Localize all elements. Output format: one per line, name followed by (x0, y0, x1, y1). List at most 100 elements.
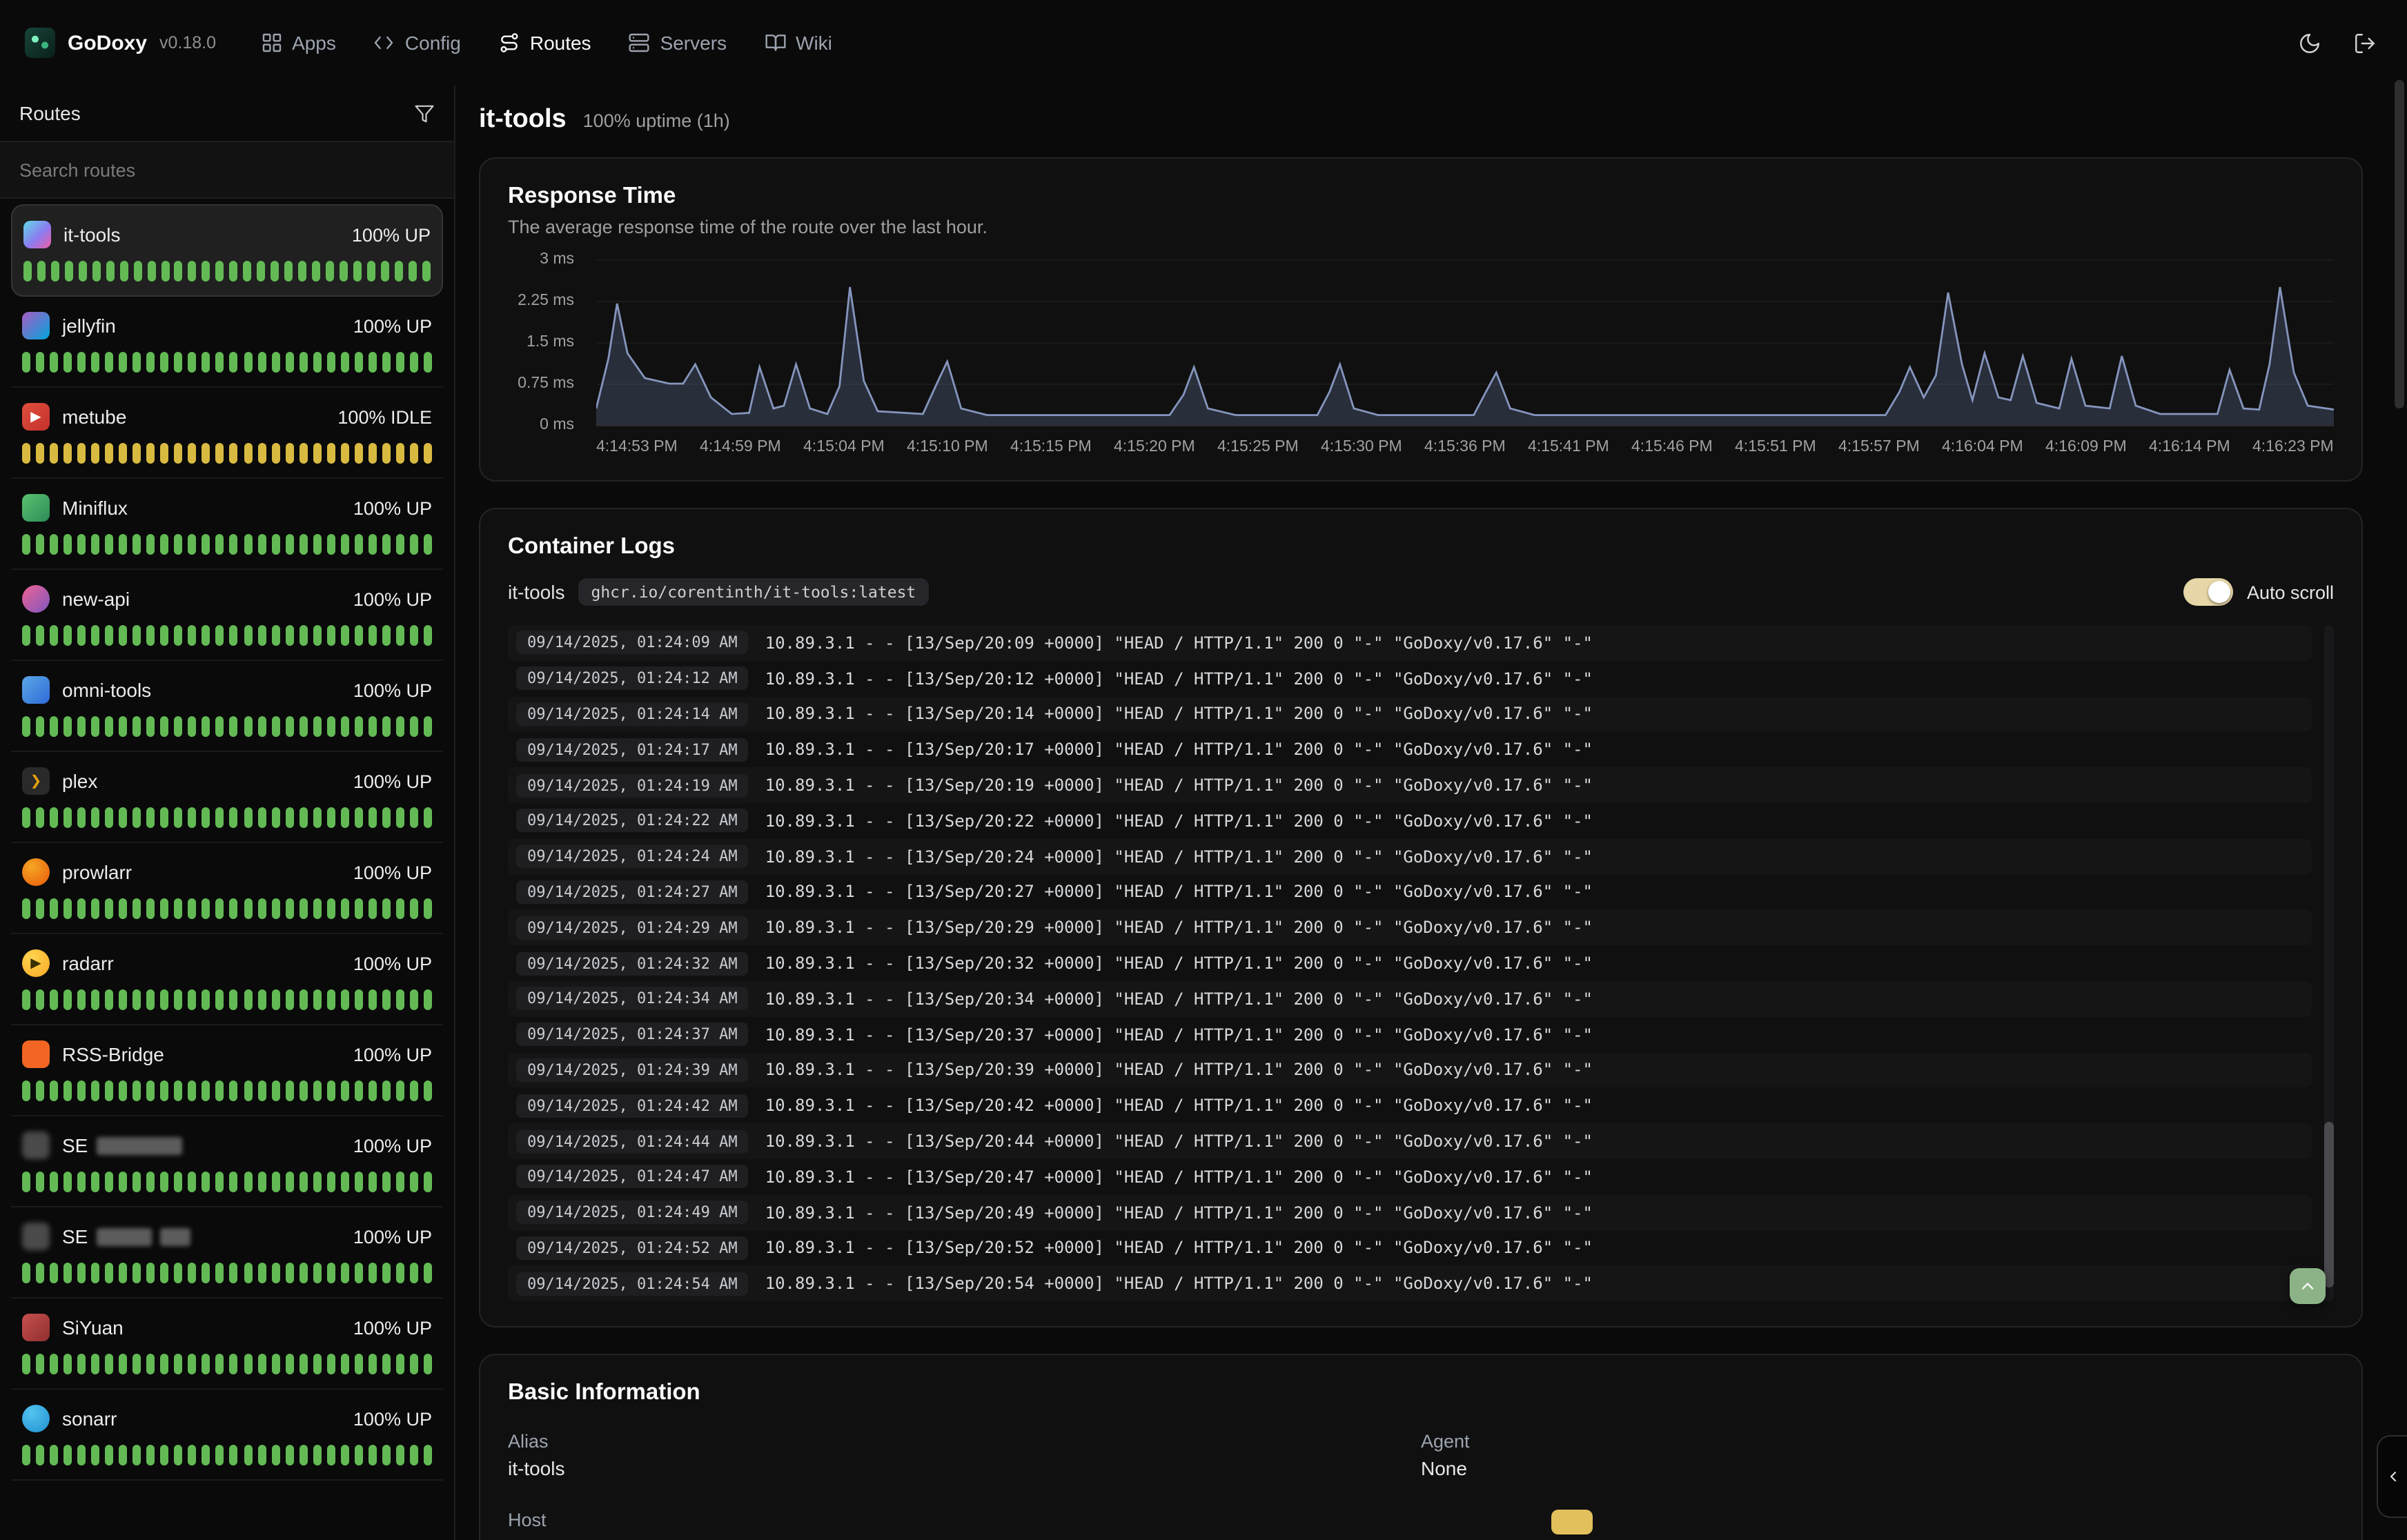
log-row: 09/14/2025, 01:24:24 AM 10.89.3.1 - - [1… (508, 839, 2312, 875)
y-tick-label: 2.25 ms (518, 293, 574, 309)
route-item-miniflux[interactable]: Miniflux 100% UP (11, 479, 443, 570)
logout-button[interactable] (2353, 31, 2377, 55)
uptime-bar (105, 716, 113, 737)
uptime-bar (353, 261, 362, 282)
page-scrollbar-thumb[interactable] (2395, 80, 2404, 408)
nav-item-apps[interactable]: Apps (260, 32, 336, 54)
uptime-bar (230, 807, 238, 828)
uptime-bar (133, 1354, 141, 1374)
route-uptime-bars (22, 1445, 432, 1465)
log-timestamp-chip: 09/14/2025, 01:24:32 AM (516, 951, 749, 975)
route-item-omni-tools[interactable]: omni-tools 100% UP (11, 661, 443, 752)
x-tick-label: 4:14:53 PM (596, 439, 678, 455)
route-item-sonarr[interactable]: sonarr 100% UP (11, 1390, 443, 1481)
uptime-bar (133, 534, 141, 555)
uptime-bar (175, 1445, 183, 1465)
uptime-bar (326, 625, 335, 646)
nav-item-wiki[interactable]: Wiki (764, 32, 832, 54)
route-name: Miniflux (62, 497, 128, 519)
route-item-jellyfin[interactable]: jellyfin 100% UP (11, 297, 443, 388)
route-item-se[interactable]: SE 100% UP (11, 1116, 443, 1207)
auto-scroll-toggle[interactable] (2183, 578, 2233, 606)
uptime-bar (105, 1445, 113, 1465)
route-item-metube[interactable]: ▶ metube 100% IDLE (11, 388, 443, 479)
uptime-bar (244, 443, 252, 464)
chart-area-fill (596, 287, 2334, 425)
uptime-bar (216, 807, 224, 828)
search-input[interactable] (0, 142, 454, 197)
route-item-new-api[interactable]: new-api 100% UP (11, 570, 443, 661)
log-viewer[interactable]: 09/14/2025, 01:24:09 AM 10.89.3.1 - - [1… (508, 625, 2334, 1301)
uptime-bar (105, 1354, 113, 1374)
uptime-bar (161, 625, 169, 646)
uptime-bar (175, 1263, 183, 1283)
uptime-bar (299, 1354, 307, 1374)
uptime-bar (50, 443, 58, 464)
uptime-bar (369, 1263, 377, 1283)
route-item-rss-bridge[interactable]: RSS-Bridge 100% UP (11, 1025, 443, 1116)
route-item-prowlarr[interactable]: prowlarr 100% UP (11, 843, 443, 934)
uptime-bar (50, 625, 58, 646)
uptime-bar (410, 534, 418, 555)
uptime-bar (230, 1172, 238, 1192)
redacted-text (159, 1227, 190, 1245)
uptime-bar (313, 807, 321, 828)
uptime-bar (216, 1080, 224, 1101)
uptime-bar (230, 1445, 238, 1465)
uptime-bar (326, 1354, 335, 1374)
route-item-siyuan[interactable]: SiYuan 100% UP (11, 1299, 443, 1390)
uptime-bar (77, 1445, 86, 1465)
route-uptime-bars (22, 989, 432, 1010)
uptime-bar (355, 625, 363, 646)
info-field-alias: Alias it-tools (508, 1431, 1421, 1479)
uptime-bar (119, 1263, 127, 1283)
uptime-bar (244, 261, 252, 282)
uptime-bar (382, 443, 391, 464)
uptime-bar (147, 898, 155, 919)
log-scrollbar-thumb[interactable] (2324, 1122, 2334, 1287)
log-timestamp-chip: 09/14/2025, 01:24:09 AM (516, 631, 749, 655)
collapse-panel-tab[interactable] (2377, 1435, 2407, 1518)
uptime-bar (91, 807, 99, 828)
sidebar-title: Routes (19, 102, 81, 124)
nav-item-config[interactable]: Config (373, 32, 461, 54)
uptime-bar (161, 1354, 169, 1374)
route-item-plex[interactable]: ❯ plex 100% UP (11, 752, 443, 843)
route-row: SE 100% UP (22, 1223, 432, 1250)
uptime-bar (175, 443, 183, 464)
nav-item-servers[interactable]: Servers (629, 32, 727, 54)
x-tick-label: 4:14:59 PM (700, 439, 781, 455)
theme-toggle-button[interactable] (2298, 31, 2321, 55)
x-tick-label: 4:15:30 PM (1321, 439, 1402, 455)
filter-button[interactable] (414, 103, 435, 124)
route-uptime-bars (22, 1172, 432, 1192)
uptime-bar (105, 1080, 113, 1101)
uptime-bar (355, 1172, 363, 1192)
uptime-bar (161, 898, 169, 919)
uptime-bar (396, 716, 404, 737)
basic-info-grid: Alias it-tools Agent None Host (508, 1431, 2334, 1540)
uptime-bar (188, 989, 197, 1010)
uptime-bar (119, 989, 127, 1010)
uptime-bar (119, 443, 127, 464)
uptime-bar (50, 1263, 58, 1283)
route-item-it-tools[interactable]: it-tools 100% UP (11, 204, 443, 297)
uptime-bar (119, 534, 127, 555)
partial-badge (1551, 1510, 1592, 1534)
route-status-badge: 100% UP (352, 224, 431, 245)
uptime-bar (299, 807, 307, 828)
log-scrollbar[interactable] (2324, 625, 2334, 1301)
uptime-bar (147, 1354, 155, 1374)
uptime-bar (175, 989, 183, 1010)
route-item-se[interactable]: SE 100% UP (11, 1207, 443, 1299)
log-timestamp-chip: 09/14/2025, 01:24:14 AM (516, 702, 749, 726)
log-timestamp-chip: 09/14/2025, 01:24:22 AM (516, 809, 749, 833)
uptime-bar (284, 261, 293, 282)
uptime-bar (161, 1080, 169, 1101)
nav-item-routes[interactable]: Routes (498, 32, 591, 54)
uptime-bar (50, 1172, 58, 1192)
uptime-bar (133, 898, 141, 919)
route-item-radarr[interactable]: ▶ radarr 100% UP (11, 934, 443, 1025)
uptime-bar (50, 807, 58, 828)
scroll-top-button[interactable] (2290, 1268, 2326, 1304)
